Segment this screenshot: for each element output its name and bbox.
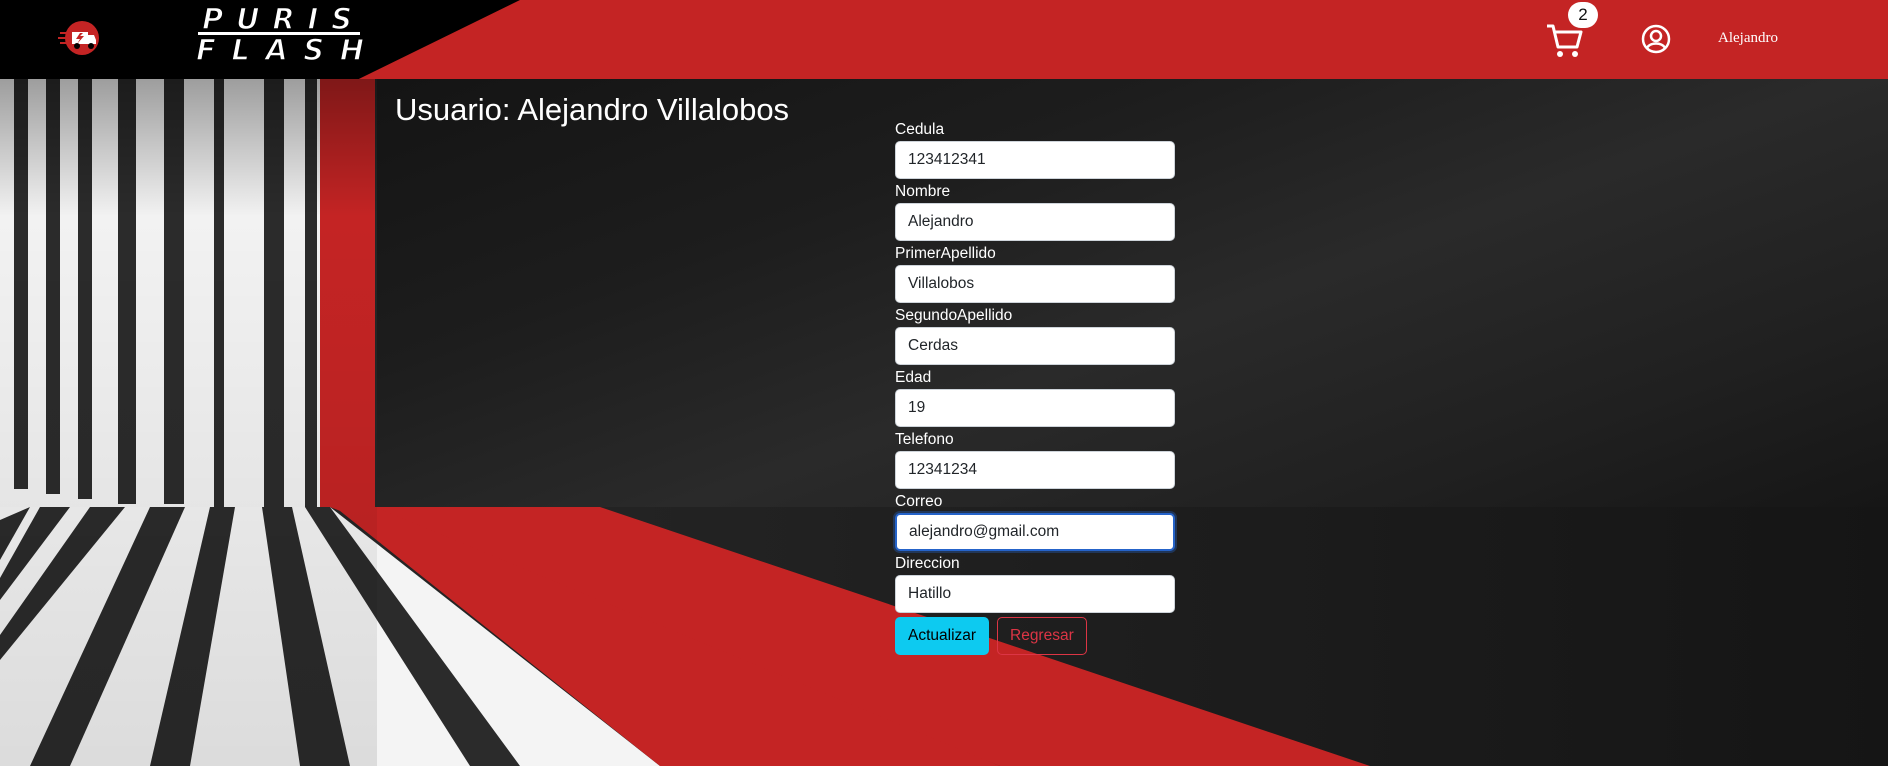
page: PURIS FLASH 2 Alejandro Usuario: Alejand… [0, 0, 1888, 766]
correo-field-group: Correo [895, 491, 1175, 553]
navbar: PURIS FLASH 2 Alejandro [0, 0, 1888, 79]
telefono-input[interactable] [895, 451, 1175, 489]
page-title: Usuario: Alejandro Villalobos [395, 92, 790, 127]
username-link[interactable]: Alejandro [1718, 30, 1778, 47]
correo-input[interactable] [895, 513, 1175, 551]
cedula-field-group: Cedula [895, 119, 1175, 181]
svg-text:PURIS: PURIS [202, 2, 352, 36]
segundo-apellido-label: SegundoApellido [895, 307, 1013, 324]
edad-field-group: Edad [895, 367, 1175, 429]
primer-apellido-input[interactable] [895, 265, 1175, 303]
nombre-input[interactable] [895, 203, 1175, 241]
nombre-label: Nombre [895, 183, 951, 200]
regresar-button[interactable]: Regresar [997, 617, 1087, 655]
edad-input[interactable] [895, 389, 1175, 427]
delivery-truck-logo-icon[interactable] [56, 18, 108, 58]
user-profile-icon[interactable] [1640, 23, 1672, 55]
primer-apellido-label: PrimerApellido [895, 245, 996, 262]
direccion-label: Direccion [895, 555, 960, 572]
puris-flash-logo[interactable]: PURIS FLASH [194, 2, 374, 66]
segundo-apellido-field-group: SegundoApellido [895, 305, 1175, 367]
cedula-input[interactable] [895, 141, 1175, 179]
nombre-field-group: Nombre [895, 181, 1175, 243]
telefono-label: Telefono [895, 431, 954, 448]
actualizar-button[interactable]: Actualizar [895, 617, 990, 655]
cart-count-badge: 2 [1568, 2, 1598, 28]
edad-label: Edad [895, 369, 932, 386]
correo-label: Correo [895, 493, 943, 510]
direccion-field-group: Direccion [895, 553, 1175, 615]
user-edit-form: Cedula Nombre PrimerApellido SegundoApel… [895, 119, 1175, 657]
svg-text:FLASH: FLASH [196, 33, 364, 66]
direccion-input[interactable] [895, 575, 1175, 613]
segundo-apellido-input[interactable] [895, 327, 1175, 365]
primer-apellido-field-group: PrimerApellido [895, 243, 1175, 305]
telefono-field-group: Telefono [895, 429, 1175, 491]
cedula-label: Cedula [895, 121, 945, 138]
form-actions: Actualizar Regresar [895, 617, 1175, 657]
